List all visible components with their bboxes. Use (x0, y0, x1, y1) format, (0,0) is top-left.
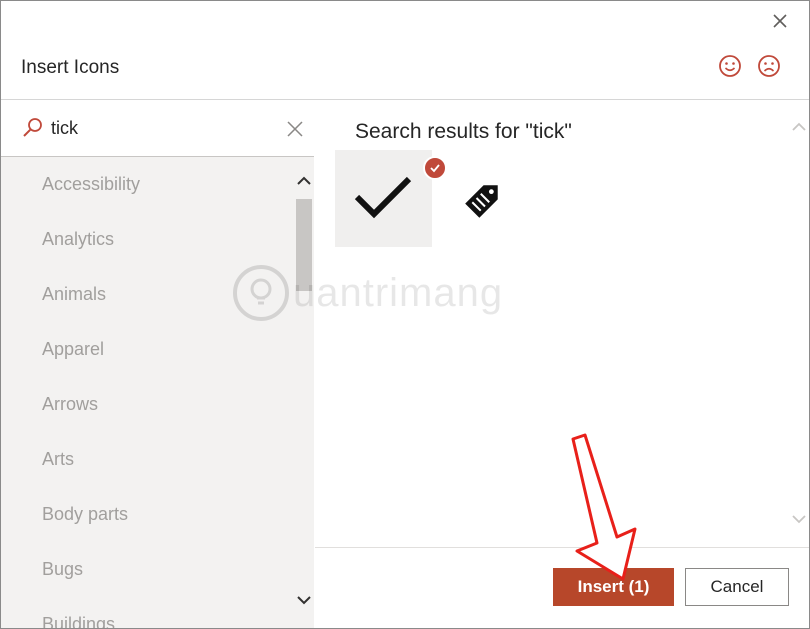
clear-search-button[interactable] (284, 118, 306, 140)
smiley-happy-icon[interactable] (717, 53, 743, 79)
category-item-bugs[interactable]: Bugs (42, 559, 83, 580)
category-scroll-up-button[interactable] (296, 173, 312, 189)
results-scroll-down-button[interactable] (791, 511, 807, 527)
search-box (1, 100, 314, 157)
price-tag-icon (465, 185, 498, 218)
category-item-animals[interactable]: Animals (42, 284, 106, 305)
category-item-buildings[interactable]: Buildings (42, 614, 115, 628)
checkmark-icon (354, 176, 412, 219)
smiley-sad-icon[interactable] (756, 53, 782, 79)
result-tile-checkmark[interactable] (335, 150, 447, 247)
category-item-arrows[interactable]: Arrows (42, 394, 98, 415)
category-scroll-down-button[interactable] (296, 592, 312, 608)
search-icon (23, 118, 42, 137)
close-icon (773, 14, 787, 28)
category-item-analytics[interactable]: Analytics (42, 229, 114, 250)
footer-divider (315, 547, 809, 548)
insert-button[interactable]: Insert (1) (553, 568, 674, 606)
category-pane: Accessibility Analytics Animals Apparel … (1, 100, 314, 628)
insert-icons-dialog: Insert Icons Accessibility Analytics Ani… (0, 0, 810, 629)
close-button[interactable] (766, 9, 794, 33)
category-item-accessibility[interactable]: Accessibility (42, 174, 140, 195)
search-input[interactable] (51, 113, 271, 143)
category-item-apparel[interactable]: Apparel (42, 339, 104, 360)
cancel-button[interactable]: Cancel (685, 568, 789, 606)
category-scrollbar-thumb[interactable] (296, 199, 312, 291)
category-item-body-parts[interactable]: Body parts (42, 504, 128, 525)
results-scroll-up-button[interactable] (791, 119, 807, 135)
result-tile-price-tag[interactable] (435, 150, 532, 247)
dialog-title: Insert Icons (21, 57, 120, 78)
category-item-arts[interactable]: Arts (42, 449, 74, 470)
results-title: Search results for "tick" (355, 120, 572, 143)
results-pane: Search results for "tick" (315, 100, 809, 547)
